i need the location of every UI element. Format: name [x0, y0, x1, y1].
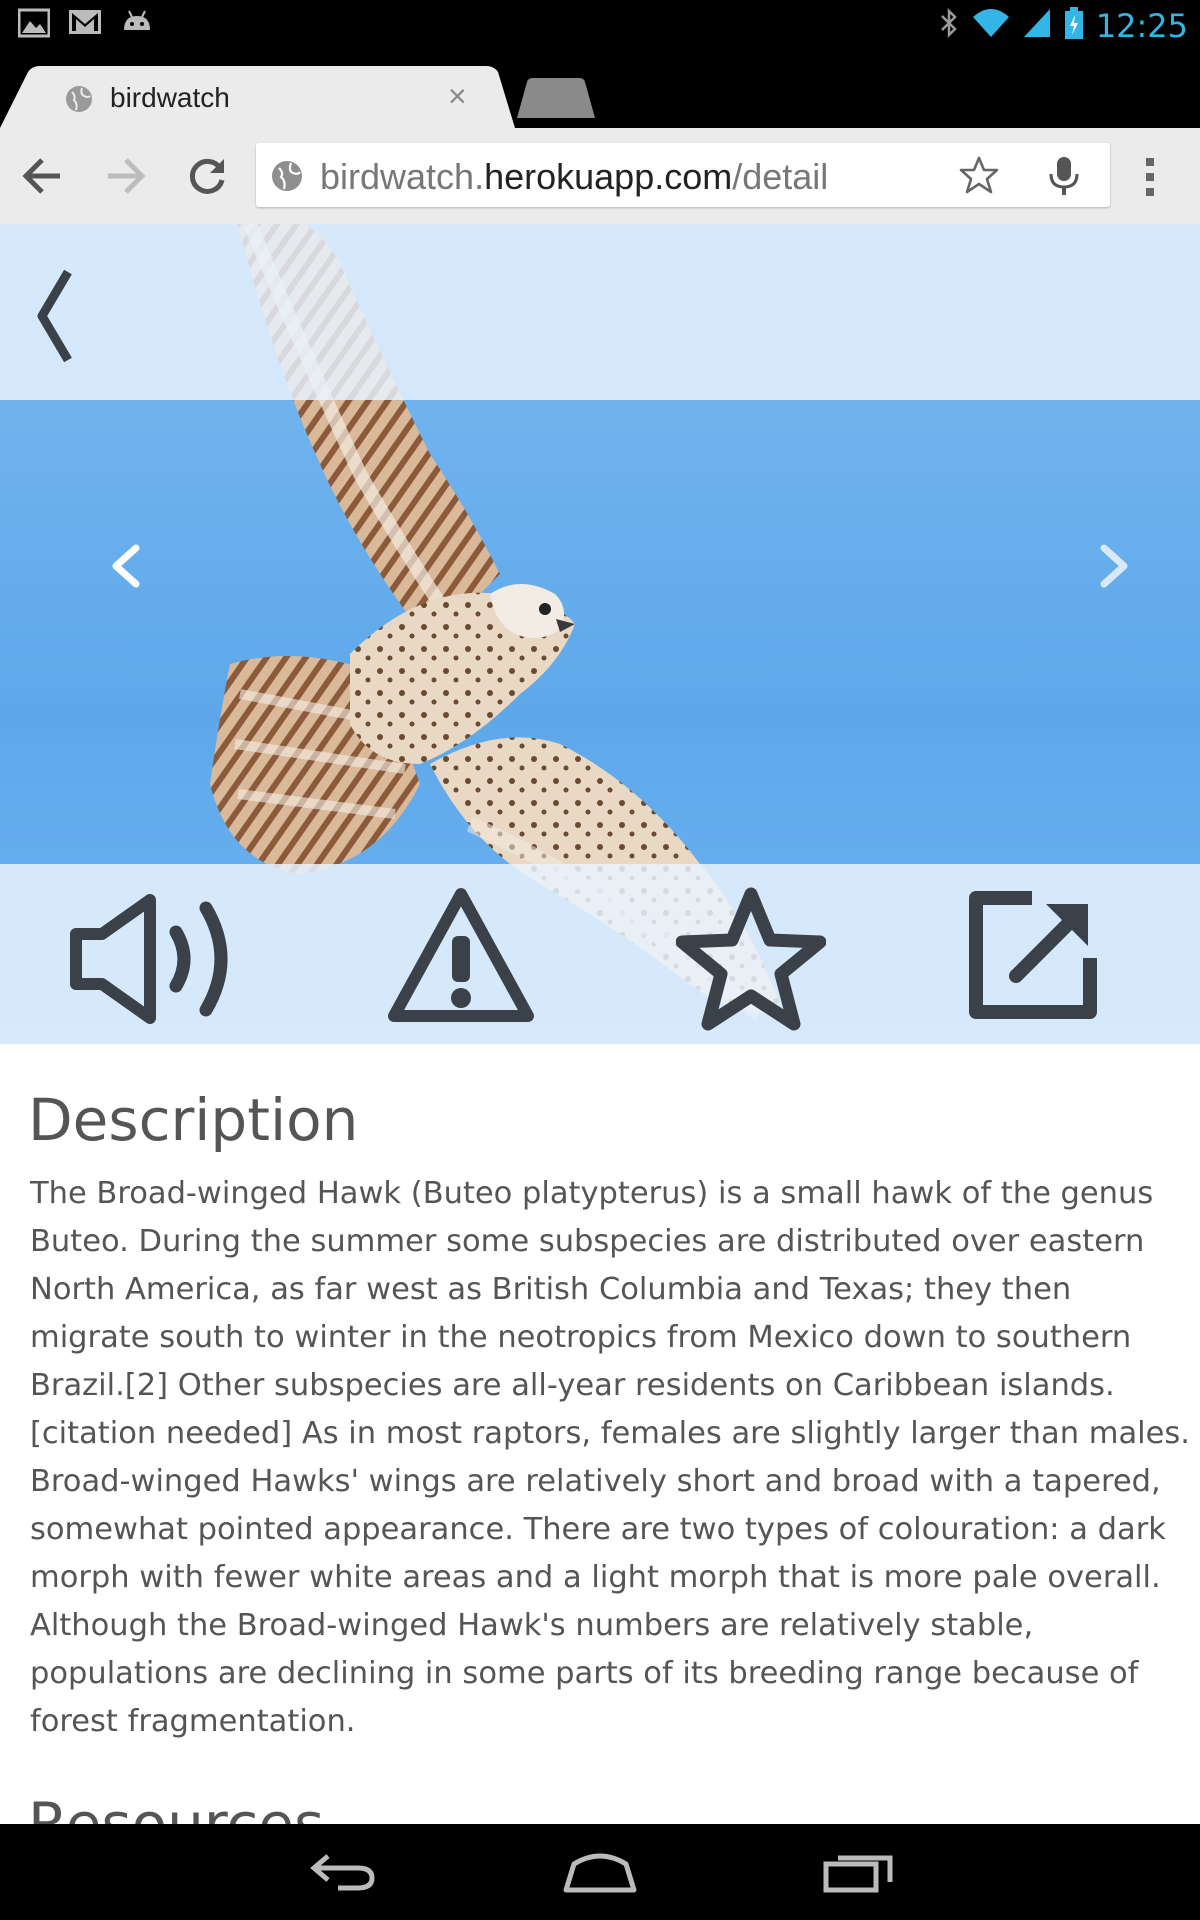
gallery-icon [17, 8, 51, 43]
tab-strip: birdwatch × [0, 50, 1200, 128]
url-path: /detail [732, 156, 829, 197]
external-link-icon[interactable] [966, 884, 1126, 1034]
system-nav-bar [0, 1824, 1200, 1920]
microphone-icon[interactable] [1044, 155, 1084, 202]
favorite-star-icon[interactable] [675, 884, 836, 1034]
back-chevron-icon[interactable] [30, 266, 76, 371]
home-icon[interactable] [562, 1850, 638, 1899]
back-arrow-icon[interactable] [20, 156, 64, 201]
sound-icon[interactable] [68, 884, 228, 1034]
back-icon[interactable] [308, 1850, 378, 1899]
recent-apps-icon[interactable] [822, 1850, 894, 1899]
reload-icon[interactable] [188, 156, 228, 201]
gmail-icon [68, 8, 102, 43]
status-time: 12:25 [1095, 6, 1188, 45]
forward-arrow-icon[interactable] [104, 156, 148, 201]
description-heading: Description [28, 1086, 359, 1154]
wifi-icon [972, 7, 1010, 44]
bird-image-carousel [0, 224, 1200, 1044]
alert-icon[interactable] [386, 884, 546, 1034]
header-overlay [0, 224, 1200, 400]
url-host: herokuapp.com [484, 156, 733, 197]
tab-birdwatch[interactable]: birdwatch × [0, 66, 515, 128]
new-tab-button[interactable] [515, 78, 595, 123]
chevron-right-icon[interactable] [1096, 544, 1132, 593]
status-bar: 12:25 [0, 0, 1200, 50]
resources-heading: Resources [28, 1790, 325, 1824]
battery-charging-icon [1064, 6, 1084, 45]
address-bar[interactable]: birdwatch.herokuapp.com/detail [256, 143, 1110, 207]
browser-toolbar: birdwatch.herokuapp.com/detail [0, 128, 1200, 226]
signal-icon [1022, 7, 1052, 44]
description-text: The Broad-winged Hawk (Buteo platypterus… [30, 1176, 1190, 1739]
close-icon[interactable]: × [448, 78, 467, 115]
bluetooth-icon [938, 7, 960, 44]
url-text: birdwatch.herokuapp.com/detail [320, 156, 828, 198]
bookmark-star-icon[interactable] [958, 155, 1000, 200]
bird-detail-content: Description The Broad-winged Hawk (Buteo… [0, 1044, 1200, 1824]
overflow-menu-icon[interactable] [1142, 156, 1158, 203]
tab-title: birdwatch [110, 82, 230, 113]
url-subdomain: birdwatch. [320, 156, 485, 197]
globe-icon [270, 159, 304, 198]
chevron-left-icon[interactable] [108, 544, 144, 593]
android-icon [120, 8, 154, 43]
